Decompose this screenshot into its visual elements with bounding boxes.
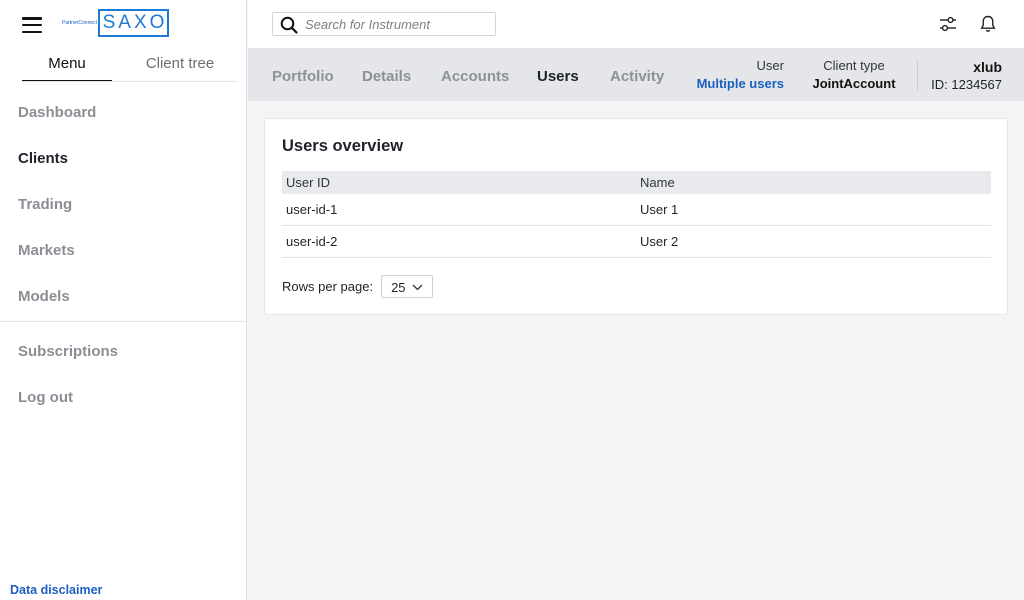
users-overview-card: Users overview User ID Name user-id-1 Us… (264, 118, 1008, 315)
divider (917, 60, 918, 90)
sidebar-item-models[interactable]: Models (0, 274, 246, 320)
divider (22, 81, 237, 82)
sidebar-item-clients[interactable]: Clients (0, 136, 246, 182)
user-selector[interactable]: User Multiple users (688, 58, 784, 91)
sidebar-tab-menu[interactable]: Menu (22, 55, 112, 82)
column-header-name[interactable]: Name (640, 175, 675, 190)
sidebar-item-dashboard[interactable]: Dashboard (0, 90, 246, 136)
tab-portfolio[interactable]: Portfolio (272, 68, 334, 85)
sidebar: PartnerConnect SAXO Menu Client tree Das… (0, 0, 247, 600)
users-table: User ID Name user-id-1 User 1 user-id-2 … (282, 171, 991, 258)
rows-per-page-value: 25 (391, 280, 406, 295)
scroll-fade (1000, 48, 1024, 101)
table-header: User ID Name (282, 171, 991, 194)
user-value[interactable]: Multiple users (688, 76, 784, 91)
client-type: Client type JointAccount (802, 58, 906, 91)
sidebar-item-markets[interactable]: Markets (0, 228, 246, 274)
client-header: Portfolio Details Accounts Users Activit… (248, 48, 1024, 101)
sidebar-header: PartnerConnect SAXO (0, 0, 246, 48)
table-row[interactable]: user-id-1 User 1 (282, 194, 991, 226)
tab-users[interactable]: Users (537, 68, 579, 85)
rows-per-page-label: Rows per page: (282, 279, 374, 294)
search-box[interactable] (272, 12, 496, 36)
sidebar-tab-client-tree[interactable]: Client tree (122, 55, 238, 82)
cell-user-id: user-id-2 (286, 234, 338, 249)
sidebar-item-subscriptions[interactable]: Subscriptions (0, 329, 246, 375)
sidebar-nav: Dashboard Clients Trading Markets Models (0, 90, 246, 320)
cell-user-id: user-id-1 (286, 202, 338, 217)
card-title: Users overview (282, 137, 404, 155)
table-row[interactable]: user-id-2 User 2 (282, 226, 991, 258)
rows-per-page: Rows per page: 25 (282, 275, 434, 298)
bell-icon[interactable] (978, 14, 998, 34)
logo-wordmark: SAXO (98, 9, 170, 37)
top-bar (248, 0, 1024, 48)
filter-settings-icon[interactable] (938, 14, 958, 34)
column-header-user-id[interactable]: User ID (286, 175, 330, 190)
chevron-down-icon (412, 284, 423, 291)
client-type-value: JointAccount (812, 76, 896, 91)
cell-name: User 1 (640, 202, 679, 217)
client-type-label: Client type (823, 58, 885, 73)
rows-per-page-select[interactable]: 25 (381, 275, 434, 298)
sidebar-nav-secondary: Subscriptions Log out (0, 329, 246, 421)
divider (0, 321, 245, 322)
data-disclaimer-link[interactable]: Data disclaimer (10, 583, 102, 597)
sidebar-item-log-out[interactable]: Log out (0, 375, 246, 421)
tab-activity[interactable]: Activity (610, 68, 664, 85)
tab-accounts[interactable]: Accounts (441, 68, 509, 85)
client-info: xlub ID: 1234567 (931, 59, 1002, 92)
saxo-logo[interactable]: PartnerConnect SAXO (62, 9, 170, 37)
search-input[interactable] (305, 15, 491, 33)
sidebar-item-trading[interactable]: Trading (0, 182, 246, 228)
search-icon (280, 16, 298, 34)
logo-partner-text: PartnerConnect (62, 20, 98, 26)
client-id: ID: 1234567 (931, 77, 1002, 92)
sidebar-tabs: Menu Client tree (0, 55, 247, 83)
hamburger-menu-icon[interactable] (22, 17, 42, 34)
client-name: xlub (973, 59, 1002, 75)
user-label: User (756, 58, 784, 73)
tab-details[interactable]: Details (362, 68, 411, 85)
cell-name: User 2 (640, 234, 679, 249)
